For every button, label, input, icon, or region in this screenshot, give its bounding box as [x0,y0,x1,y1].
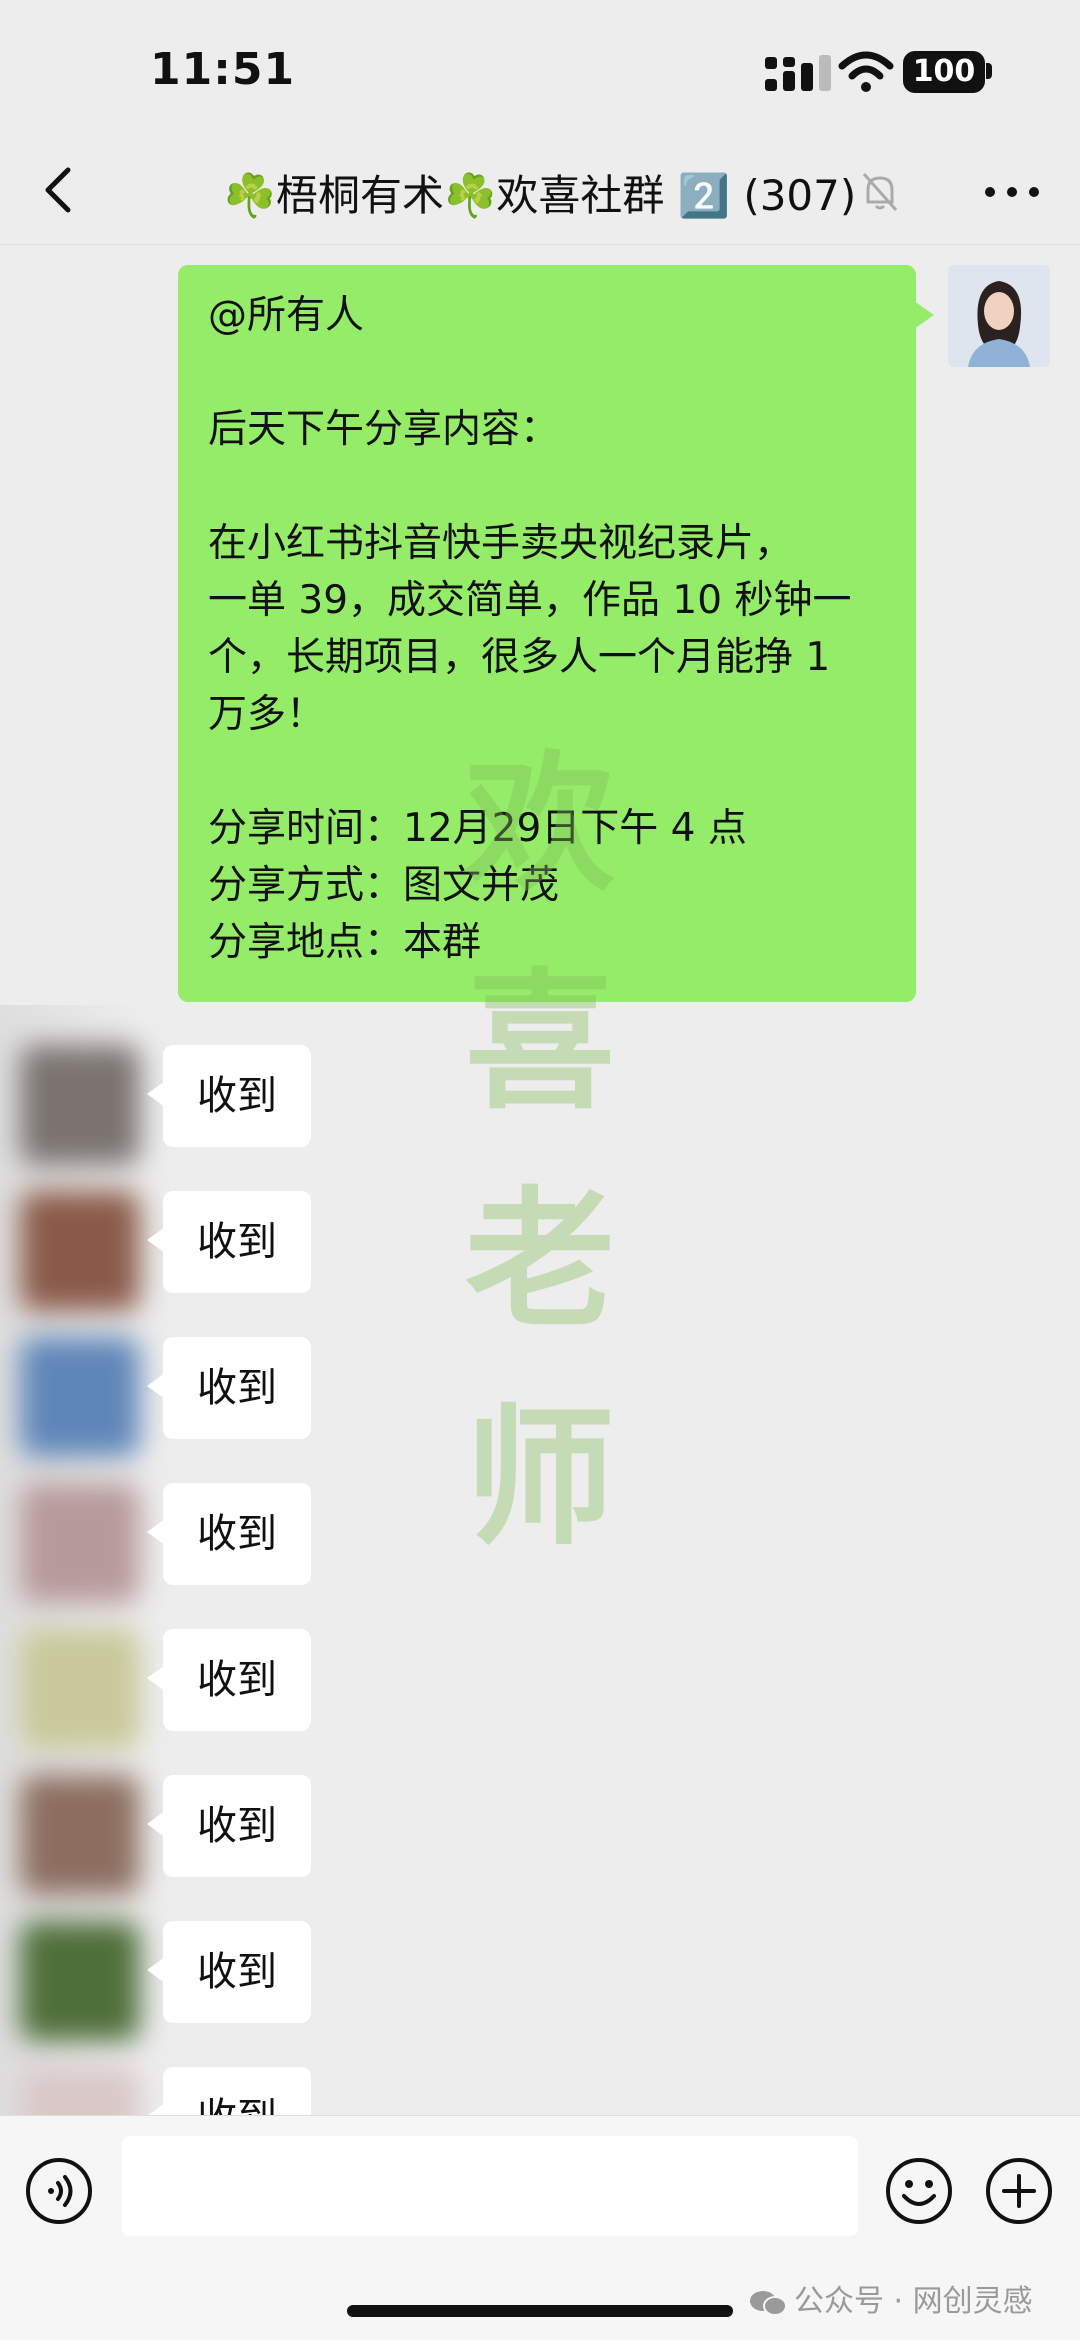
member-avatar[interactable] [20,1045,140,1165]
reply-bubble[interactable]: 收到 [147,1775,311,1877]
member-avatar[interactable] [20,1921,140,2041]
message-line: 一单 39，成交简单，作品 10 秒钟一 [208,578,852,623]
credit-text: 公众号 · 网创灵感 [794,2284,1033,2319]
member-avatar[interactable] [20,2067,140,2115]
calligraphy-watermark: 欢 喜 老 师 [450,715,630,1587]
wifi-icon [838,51,894,92]
message-line [208,458,886,515]
reply-message: 收到 [0,1045,1080,1165]
message-input[interactable] [122,2136,858,2236]
watermark-char: 欢 [464,736,615,912]
battery-indicator: 100 [903,51,985,93]
reply-message: 收到 [0,2067,1080,2115]
message-line: 在小红书抖音快手卖央视纪录片， [208,521,794,566]
chat-messages[interactable]: @所有人 后天下午分享内容： 在小红书抖音快手卖央视纪录片， 一单 39，成交简… [0,245,1080,2115]
message-line [208,344,886,401]
reply-bubble[interactable]: 收到 [147,1337,311,1439]
member-avatar[interactable] [20,1775,140,1895]
my-avatar[interactable] [948,265,1050,367]
source-credit: 公众号 · 网创灵感 [748,2276,1033,2320]
reply-message: 收到 [0,1191,1080,1311]
wechat-icon [750,2290,787,2316]
plus-icon[interactable] [984,2156,1054,2226]
reply-bubble[interactable]: 收到 [147,1191,311,1293]
battery-tip [986,63,992,79]
cellular-signal-icon [765,55,831,91]
member-avatar[interactable] [20,1337,140,1457]
more-icon[interactable] [982,180,1042,204]
message-line: 个，长期项目，很多人一个月能挣 1 [208,635,831,680]
chat-header: ☘️梧桐有术☘️欢喜社群 2️⃣ (307) [0,140,1080,245]
member-avatar[interactable] [20,1191,140,1311]
mute-bell-icon [862,173,898,211]
back-icon[interactable] [30,160,90,220]
reply-message: 收到 [0,1337,1080,1457]
chat-title: ☘️梧桐有术☘️欢喜社群 2️⃣ (307) [223,171,857,220]
reply-bubble[interactable]: 收到 [147,1045,311,1147]
voice-icon[interactable] [24,2156,94,2226]
reply-bubble[interactable]: 收到 [147,1921,311,2023]
woman-portrait-icon [948,265,1050,367]
reply-message: 收到 [0,1921,1080,2041]
reply-message: 收到 [0,1775,1080,1895]
home-indicator[interactable] [347,2305,733,2317]
status-bar: 11:51 100 [0,0,1080,140]
status-time: 11:51 [150,44,296,95]
reply-message: 收到 [0,1483,1080,1603]
reply-message: 收到 [0,1629,1080,1749]
emoji-icon[interactable] [884,2156,954,2226]
message-line: @所有人 [208,293,365,338]
reply-bubble[interactable]: 收到 [147,1483,311,1585]
message-line: 后天下午分享内容： [208,407,560,452]
member-avatar[interactable] [20,1629,140,1749]
member-avatar[interactable] [20,1483,140,1603]
reply-bubble[interactable]: 收到 [147,1629,311,1731]
reply-bubble[interactable]: 收到 [147,2067,311,2115]
